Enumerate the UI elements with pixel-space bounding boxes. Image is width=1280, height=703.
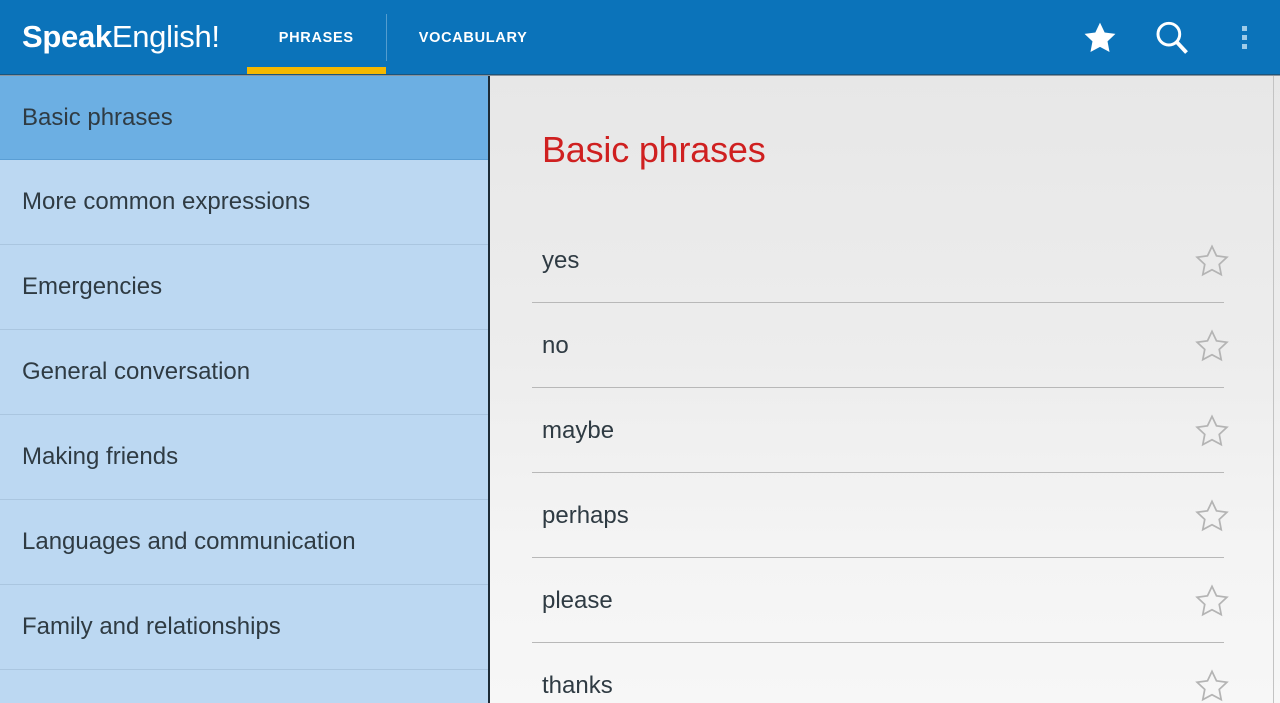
sidebar-item-label: General conversation bbox=[22, 358, 250, 386]
favorite-star-icon[interactable] bbox=[1192, 411, 1232, 451]
sidebar-item-family-and-relationships[interactable]: Family and relationships bbox=[0, 585, 488, 670]
sidebar-item-more-common-expressions[interactable]: More common expressions bbox=[0, 160, 488, 245]
brand-name-bold: Speak bbox=[22, 19, 112, 54]
list-item[interactable]: no bbox=[490, 303, 1280, 388]
phrase-list: yes no maybe bbox=[490, 218, 1280, 703]
sidebar-item-languages-and-communication[interactable]: Languages and communication bbox=[0, 500, 488, 585]
page-title: Basic phrases bbox=[542, 129, 1280, 171]
app-logo: SpeakEnglish! bbox=[22, 21, 220, 52]
sidebar-item-label: Basic phrases bbox=[22, 104, 173, 132]
phrase-content-panel: Basic phrases yes no bbox=[490, 76, 1280, 703]
sidebar-item-label: Emergencies bbox=[22, 273, 162, 301]
phrase-label: thanks bbox=[542, 672, 613, 700]
favorite-star-icon[interactable] bbox=[1192, 581, 1232, 621]
sidebar-item-label: Languages and communication bbox=[22, 528, 356, 556]
favorites-star-icon bbox=[1080, 19, 1120, 57]
favorite-star-icon[interactable] bbox=[1192, 241, 1232, 281]
category-sidebar[interactable]: Basic phrases More common expressions Em… bbox=[0, 76, 488, 703]
phrase-label: perhaps bbox=[542, 502, 629, 530]
sidebar-item-label: Making friends bbox=[22, 443, 178, 471]
app-root: SpeakEnglish! PHRASES VOCABULARY bbox=[0, 0, 1280, 703]
brand-name-light: English! bbox=[112, 19, 220, 54]
list-item[interactable]: thanks bbox=[490, 643, 1280, 703]
favorite-star-icon[interactable] bbox=[1192, 666, 1232, 703]
favorite-star-icon[interactable] bbox=[1192, 326, 1232, 366]
sidebar-item-making-friends[interactable]: Making friends bbox=[0, 415, 488, 500]
sidebar-item-label: More common expressions bbox=[22, 188, 310, 216]
list-item[interactable]: please bbox=[490, 558, 1280, 643]
tab-vocabulary-label: VOCABULARY bbox=[419, 30, 528, 46]
sidebar-item-label: Family and relationships bbox=[22, 613, 281, 641]
action-bar-buttons bbox=[1064, 0, 1280, 75]
phrase-label: maybe bbox=[542, 417, 614, 445]
search-button[interactable] bbox=[1136, 0, 1208, 75]
sidebar-item-next-partial[interactable] bbox=[0, 670, 488, 703]
action-bar: SpeakEnglish! PHRASES VOCABULARY bbox=[0, 0, 1280, 75]
sidebar-item-basic-phrases[interactable]: Basic phrases bbox=[0, 76, 488, 160]
phrase-label: yes bbox=[542, 247, 579, 275]
tab-vocabulary[interactable]: VOCABULARY bbox=[387, 0, 560, 75]
content-scrollbar[interactable] bbox=[1273, 76, 1274, 703]
tab-phrases-label: PHRASES bbox=[279, 30, 354, 46]
search-icon bbox=[1151, 17, 1193, 59]
phrase-label: no bbox=[542, 332, 569, 360]
list-item[interactable]: yes bbox=[490, 218, 1280, 303]
favorite-star-icon[interactable] bbox=[1192, 496, 1232, 536]
tab-bar: PHRASES VOCABULARY bbox=[247, 0, 560, 75]
sidebar-item-general-conversation[interactable]: General conversation bbox=[0, 330, 488, 415]
list-item[interactable]: perhaps bbox=[490, 473, 1280, 558]
overflow-menu-icon bbox=[1242, 26, 1247, 49]
sidebar-item-emergencies[interactable]: Emergencies bbox=[0, 245, 488, 330]
phrase-label: please bbox=[542, 587, 613, 615]
list-item[interactable]: maybe bbox=[490, 388, 1280, 473]
favorites-button[interactable] bbox=[1064, 0, 1136, 75]
overflow-menu-button[interactable] bbox=[1208, 0, 1280, 75]
tab-phrases[interactable]: PHRASES bbox=[247, 0, 386, 75]
